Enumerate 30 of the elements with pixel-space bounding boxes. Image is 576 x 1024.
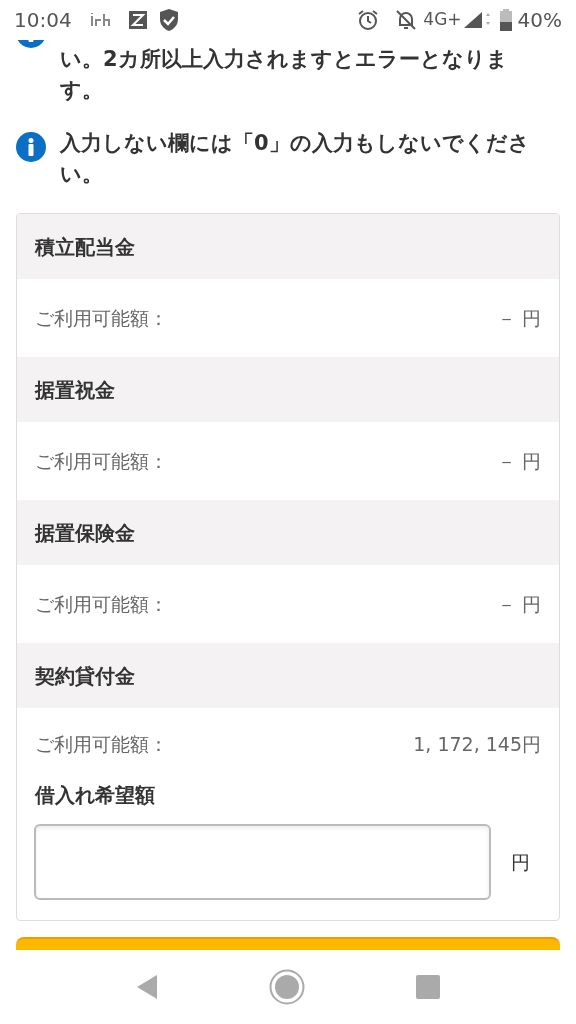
clock-time: 10:04 xyxy=(14,7,72,34)
muted-bell-icon xyxy=(395,9,418,31)
available-label: ご利用可能額： xyxy=(35,731,168,757)
field-label: 借入れ希望額 xyxy=(35,782,155,809)
back-icon[interactable] xyxy=(135,974,159,1000)
alarm-icon xyxy=(357,9,380,31)
action-button[interactable] xyxy=(16,937,560,950)
available-amount: － 円 xyxy=(496,305,541,331)
info-icon xyxy=(16,132,46,162)
available-amount: 1, 172, 145円 xyxy=(413,731,541,757)
network-type: 4G+ xyxy=(423,8,462,32)
amount-input-field[interactable] xyxy=(34,824,491,900)
available-label: ご利用可能額： xyxy=(35,305,168,331)
available-label: ご利用可能額： xyxy=(35,591,168,617)
section-title: 据置祝金 xyxy=(35,376,115,404)
section-title: 据置保険金 xyxy=(35,519,135,547)
home-icon[interactable] xyxy=(269,969,305,1005)
notice-text: い。2カ所以上入力されますとエラーとなります。 xyxy=(60,46,509,104)
available-amount: － 円 xyxy=(496,448,541,474)
available-amount: － 円 xyxy=(496,591,541,617)
battery-percent: 40% xyxy=(517,7,562,34)
section-title: 積立配当金 xyxy=(35,233,135,261)
recents-icon[interactable] xyxy=(415,974,441,1000)
notice-text: 入力しない欄には「0」の入力もしないでください。 xyxy=(60,130,531,188)
battery-icon xyxy=(499,9,512,31)
section-title: 契約貸付金 xyxy=(35,662,135,690)
available-label: ご利用可能額： xyxy=(35,448,168,474)
shield-check-icon xyxy=(157,8,180,32)
app-icon xyxy=(127,10,148,30)
unit-label: 円 xyxy=(511,849,530,875)
